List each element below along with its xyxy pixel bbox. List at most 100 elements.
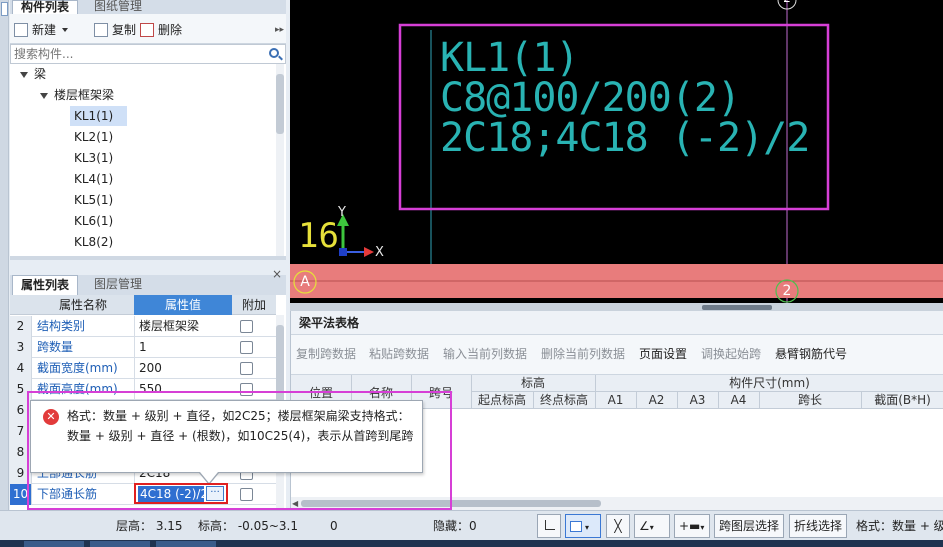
row-num: 4 xyxy=(10,358,32,379)
tree-node-floor-frame-beam[interactable]: 楼层框架梁 xyxy=(40,85,114,105)
row-num: 9 xyxy=(10,463,32,484)
row-num: 8 xyxy=(10,442,32,463)
new-button[interactable]: 新建 xyxy=(14,21,69,39)
tree-item-kl4[interactable]: KL4(1) xyxy=(74,169,113,189)
header-value: 属性值 xyxy=(134,295,232,315)
ucs-origin xyxy=(339,248,347,256)
copy-span-data-button[interactable]: 复制跨数据 xyxy=(296,346,356,362)
more-icon[interactable]: ▸▸ xyxy=(275,25,284,35)
taskbar-item[interactable] xyxy=(156,541,216,547)
tree-item-kl6[interactable]: KL6(1) xyxy=(74,211,113,231)
beam-table-toolbar: 复制跨数据 粘贴跨数据 输入当前列数据 删除当前列数据 页面设置 调换起始跨 悬… xyxy=(291,335,943,375)
taskbar-item[interactable] xyxy=(90,541,150,547)
beam-table-scrollbar[interactable]: ◀ xyxy=(291,497,943,510)
copy-label: 复制 xyxy=(112,23,137,37)
scroll-thumb[interactable] xyxy=(276,325,284,405)
tab-layer-management[interactable]: 图层管理 xyxy=(86,275,150,295)
taskbar-item[interactable] xyxy=(24,541,84,547)
left-edge-strip xyxy=(0,0,9,510)
tree-item-kl3[interactable]: KL3(1) xyxy=(74,148,113,168)
extra-checkbox[interactable] xyxy=(240,362,253,375)
bottom-rebar-edit-cell[interactable]: ··· xyxy=(134,483,228,504)
hidden-status: 隐藏：0 xyxy=(433,519,477,533)
table-row[interactable]: 3 跨数量 1 xyxy=(10,337,276,358)
new-icon xyxy=(14,23,28,37)
expand-icon[interactable] xyxy=(40,92,48,99)
search-box xyxy=(10,44,286,64)
tree-item-kl2[interactable]: KL2(1) xyxy=(74,127,113,147)
prop-value[interactable]: 200 xyxy=(134,358,232,379)
axis-label-2-top: 2 xyxy=(782,0,792,5)
tab-component-list[interactable]: 构件列表 xyxy=(12,0,79,14)
row-num: 2 xyxy=(10,316,32,337)
cantilever-rebar-code-button[interactable]: 悬臂钢筋代号 xyxy=(775,346,847,362)
delete-column-data-button[interactable]: 删除当前列数据 xyxy=(541,346,625,362)
tree-item-kl5[interactable]: KL5(1) xyxy=(74,190,113,210)
input-column-data-button[interactable]: 输入当前列数据 xyxy=(443,346,527,362)
more-options-button[interactable]: ··· xyxy=(206,486,224,501)
tree-node-beam[interactable]: 梁 xyxy=(20,64,46,84)
prop-name: 结构类别 xyxy=(37,319,86,333)
prop-name: 跨数量 xyxy=(37,340,74,354)
copy-icon xyxy=(94,23,108,37)
header-a2: A2 xyxy=(648,393,665,407)
header-end-elevation: 终点标高 xyxy=(539,393,588,407)
prop-name: 截面高度(mm) xyxy=(37,382,118,396)
search-input[interactable] xyxy=(11,45,261,63)
copy-button[interactable]: 复制 xyxy=(94,21,136,39)
extra-checkbox[interactable] xyxy=(240,488,253,501)
property-tabbar: 属性列表 图层管理 × xyxy=(10,267,286,295)
annotation-line-rebar: 2C18;4C18 (-2)/2 xyxy=(440,115,810,161)
bottom-rebar-input[interactable] xyxy=(138,486,204,502)
extra-checkbox[interactable] xyxy=(240,320,253,333)
scroll-thumb[interactable] xyxy=(301,500,601,507)
beam-annotation[interactable]: KL1(1) C8@100/200(2) 2C18;4C18 (-2)/2 xyxy=(440,38,810,161)
extra-checkbox[interactable] xyxy=(240,341,253,354)
prop-value[interactable]: 楼层框架梁 xyxy=(134,316,232,337)
table-row[interactable]: 5 截面高度(mm) 550 xyxy=(10,379,276,400)
chevron-down-icon: ▾ xyxy=(649,523,654,532)
prop-value[interactable]: 1 xyxy=(134,337,232,358)
prop-value[interactable]: 550 xyxy=(134,379,232,400)
scroll-left-icon[interactable]: ◀ xyxy=(292,499,298,508)
ucs-x-label: X xyxy=(375,245,384,260)
header-position: 位置 xyxy=(308,386,333,400)
search-icon[interactable] xyxy=(269,48,279,58)
tree-scrollbar[interactable] xyxy=(276,64,284,256)
splitter-grip[interactable] xyxy=(702,305,772,310)
add-layer-icon[interactable]: +▬▾ xyxy=(674,514,710,538)
angle-icon[interactable]: ∠▾ xyxy=(634,514,670,538)
expand-icon[interactable] xyxy=(20,71,28,78)
extra-checkbox[interactable] xyxy=(240,383,253,396)
paste-span-data-button[interactable]: 粘贴跨数据 xyxy=(369,346,429,362)
row-num: 5 xyxy=(10,379,32,400)
component-tree: 梁 楼层框架梁 KL1(1) KL2(1) KL3(1) KL4(1) KL5(… xyxy=(10,64,286,256)
edge-tab[interactable] xyxy=(1,2,8,16)
ortho-icon[interactable] xyxy=(537,514,561,538)
delete-button[interactable]: 删除 xyxy=(140,21,182,39)
swap-start-span-button[interactable]: 调换起始跨 xyxy=(701,346,761,362)
floor-number-label: 16 xyxy=(298,216,339,256)
header-span-length: 跨长 xyxy=(797,393,822,407)
chevron-down-icon: ▾ xyxy=(585,523,590,532)
header-extra: 附加 xyxy=(241,298,266,312)
tooltip-message: 格式：数量 + 级别 + 直径，如2C25；楼层框架扁梁支持格式：数量 + 级别… xyxy=(67,409,414,443)
polyline-select-button[interactable]: 折线选择 xyxy=(789,514,848,538)
header-a3: A3 xyxy=(689,393,706,407)
cross-icon[interactable]: ╳ xyxy=(606,514,630,538)
tree-item-kl8[interactable]: KL8(2) xyxy=(74,232,113,252)
selection-mode-button[interactable]: ▾ xyxy=(565,514,601,538)
component-tabbar: 构件列表 图纸管理 xyxy=(10,0,286,14)
page-setup-button[interactable]: 页面设置 xyxy=(639,346,687,362)
cross-layer-select-button[interactable]: 跨图层选择 xyxy=(714,514,785,538)
table-row[interactable]: 4 截面宽度(mm) 200 xyxy=(10,358,276,379)
table-row[interactable]: 2 结构类别 楼层框架梁 xyxy=(10,316,276,337)
close-icon[interactable]: × xyxy=(272,267,282,281)
row-num: 7 xyxy=(10,421,32,442)
tree-item-kl1[interactable]: KL1(1) xyxy=(70,106,128,126)
cad-splitter[interactable] xyxy=(290,303,943,311)
tab-property-list[interactable]: 属性列表 xyxy=(12,275,79,295)
scroll-thumb[interactable] xyxy=(276,74,284,134)
tab-drawing-management[interactable]: 图纸管理 xyxy=(86,0,150,14)
cad-canvas[interactable]: KL1(1) C8@100/200(2) 2C18;4C18 (-2)/2 16… xyxy=(290,0,943,303)
